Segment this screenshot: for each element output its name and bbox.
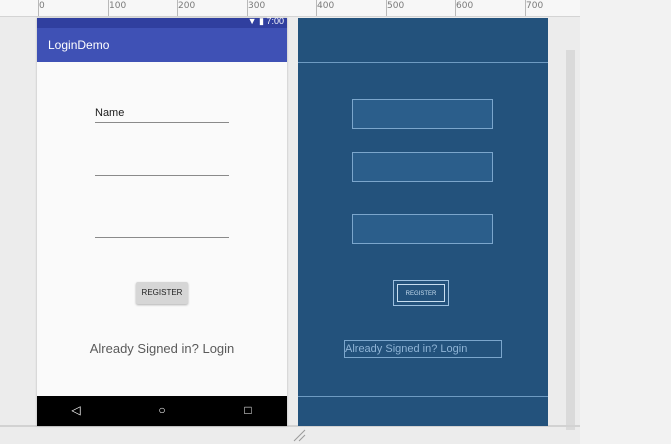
blueprint-appbar-outline — [298, 62, 548, 63]
blueprint-navbar-outline — [298, 396, 548, 397]
horizontal-ruler: 0 100 200 300 400 500 600 700 — [0, 0, 580, 17]
battery-icon: ▮ — [259, 16, 264, 26]
ruler-label: 600 — [456, 1, 474, 11]
design-preview: ▼ ▮ 7:00 LoginDemo Name REGISTER Already… — [37, 16, 287, 426]
ruler-label: 500 — [387, 1, 405, 11]
blueprint-register-label: REGISTER — [397, 284, 445, 302]
app-bar: LoginDemo — [37, 28, 287, 62]
ruler-label: 400 — [317, 1, 335, 11]
blueprint-register-button[interactable]: REGISTER — [393, 280, 449, 306]
blueprint-name-field[interactable] — [352, 99, 493, 129]
login-link[interactable]: Already Signed in? Login — [37, 341, 287, 356]
resize-handle-icon[interactable] — [292, 428, 306, 442]
password-field[interactable] — [95, 221, 229, 238]
ruler-label: 200 — [178, 1, 196, 11]
email-field[interactable] — [95, 159, 229, 176]
blueprint-email-field[interactable] — [352, 152, 493, 182]
navigation-bar: ◁ ○ □ — [37, 396, 287, 426]
status-time: 7:00 — [266, 16, 284, 26]
app-title: LoginDemo — [48, 38, 110, 52]
ruler-label: 100 — [109, 1, 127, 11]
blueprint-login-link[interactable]: Already Signed in? Login — [344, 340, 502, 358]
blueprint-password-field[interactable] — [352, 214, 493, 244]
ruler-label: 700 — [526, 1, 544, 11]
back-icon[interactable]: ◁ — [68, 403, 84, 417]
status-icons: ▼ ▮ 7:00 — [248, 16, 284, 27]
name-field[interactable]: Name — [95, 106, 229, 123]
register-button[interactable]: REGISTER — [136, 282, 188, 304]
blueprint-preview: REGISTER Already Signed in? Login — [298, 18, 548, 426]
properties-panel — [580, 0, 671, 444]
ruler-label: 300 — [248, 1, 266, 11]
home-icon[interactable]: ○ — [154, 403, 170, 417]
recents-icon[interactable]: □ — [240, 403, 256, 417]
vertical-scrollbar[interactable] — [566, 50, 575, 430]
ruler-label: 0 — [39, 1, 45, 11]
wifi-icon: ▼ — [247, 16, 257, 26]
status-bar: ▼ ▮ 7:00 — [37, 16, 287, 28]
